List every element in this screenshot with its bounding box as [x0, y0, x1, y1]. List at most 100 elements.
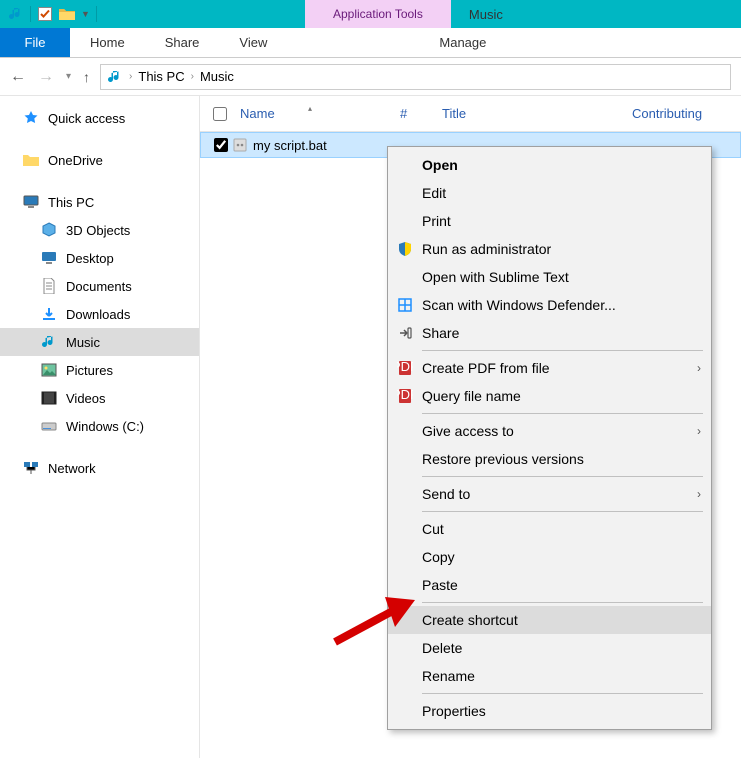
menu-item-label: Share	[422, 325, 701, 341]
menu-item-share[interactable]: Share	[388, 319, 711, 347]
menu-separator	[422, 602, 703, 603]
music-note-icon	[107, 69, 123, 85]
sidebar-item-music[interactable]: Music	[0, 328, 199, 356]
svg-text:PDF: PDF	[397, 360, 413, 374]
menu-item-label: Open with Sublime Text	[422, 269, 701, 285]
sidebar-item-label: Pictures	[66, 363, 113, 378]
defender-icon	[396, 296, 414, 314]
menu-item-give-access[interactable]: Give access to ›	[388, 417, 711, 445]
sidebar-item-documents[interactable]: Documents	[0, 272, 199, 300]
star-icon	[22, 109, 40, 127]
menu-item-restore[interactable]: Restore previous versions	[388, 445, 711, 473]
column-header-contributing[interactable]: Contributing	[622, 106, 741, 121]
column-header-title[interactable]: Title	[432, 106, 622, 121]
shield-icon	[396, 240, 414, 258]
home-tab[interactable]: Home	[70, 28, 145, 57]
menu-item-label: Properties	[422, 703, 701, 719]
sidebar-item-pictures[interactable]: Pictures	[0, 356, 199, 384]
menu-item-paste[interactable]: Paste	[388, 571, 711, 599]
chevron-right-icon[interactable]: ›	[129, 71, 132, 82]
up-button[interactable]: ↑	[83, 69, 90, 85]
view-tab[interactable]: View	[219, 28, 287, 57]
download-icon	[40, 305, 58, 323]
quick-access-toolbar: ▼	[0, 6, 105, 22]
chevron-right-icon: ›	[697, 424, 701, 438]
menu-item-cut[interactable]: Cut	[388, 515, 711, 543]
menu-item-properties[interactable]: Properties	[388, 697, 711, 725]
music-note-icon	[8, 6, 24, 22]
sidebar-item-label: 3D Objects	[66, 223, 130, 238]
checkbox-icon[interactable]	[37, 6, 53, 22]
contextual-tab-group: Application Tools	[305, 0, 451, 28]
pdf-icon: PDF	[396, 359, 414, 377]
network-icon	[22, 459, 40, 477]
desktop-icon	[40, 249, 58, 267]
menu-item-open[interactable]: Open	[388, 151, 711, 179]
sidebar-item-drive-c[interactable]: Windows (C:)	[0, 412, 199, 440]
sidebar-item-label: Quick access	[48, 111, 125, 126]
address-bar[interactable]: › This PC › Music	[100, 64, 731, 90]
breadcrumb-segment[interactable]: Music	[200, 69, 234, 84]
menu-item-label: Rename	[422, 668, 701, 684]
sidebar-item-label: Desktop	[66, 251, 114, 266]
menu-item-query-file[interactable]: PDF Query file name	[388, 382, 711, 410]
sidebar-item-network[interactable]: Network	[0, 454, 199, 482]
menu-separator	[422, 511, 703, 512]
menu-separator	[422, 476, 703, 477]
monitor-icon	[22, 193, 40, 211]
menu-item-copy[interactable]: Copy	[388, 543, 711, 571]
sidebar-item-label: Network	[48, 461, 96, 476]
column-label: Name	[240, 106, 275, 121]
sidebar-item-label: Downloads	[66, 307, 130, 322]
manage-tab[interactable]: Manage	[390, 28, 536, 57]
sidebar-item-desktop[interactable]: Desktop	[0, 244, 199, 272]
forward-button[interactable]: →	[38, 68, 54, 86]
row-checkbox[interactable]	[211, 138, 231, 152]
recent-locations-button[interactable]: ▾	[66, 71, 71, 82]
application-tools-tab-header: Application Tools	[305, 0, 451, 28]
column-headers: ▴ Name # Title Contributing	[200, 96, 741, 132]
spacer	[0, 174, 199, 188]
checkbox[interactable]	[214, 138, 228, 152]
folder-icon[interactable]	[59, 6, 75, 22]
window-titlebar: ▼ Application Tools Music	[0, 0, 741, 28]
sidebar-item-quick-access[interactable]: Quick access	[0, 104, 199, 132]
column-header-number[interactable]: #	[390, 106, 432, 121]
menu-item-label: Create PDF from file	[422, 360, 697, 376]
navigation-bar: ← → ▾ ↑ › This PC › Music	[0, 58, 741, 96]
menu-item-rename[interactable]: Rename	[388, 662, 711, 690]
context-menu: Open Edit Print Run as administrator Ope…	[387, 146, 712, 730]
sidebar-item-label: Windows (C:)	[66, 419, 144, 434]
menu-item-label: Run as administrator	[422, 241, 701, 257]
menu-item-create-pdf[interactable]: PDF Create PDF from file ›	[388, 354, 711, 382]
chevron-right-icon[interactable]: ›	[191, 71, 194, 82]
menu-item-edit[interactable]: Edit	[388, 179, 711, 207]
sidebar-item-label: Documents	[66, 279, 132, 294]
share-tab[interactable]: Share	[145, 28, 220, 57]
sidebar-item-3d-objects[interactable]: 3D Objects	[0, 216, 199, 244]
menu-item-create-shortcut[interactable]: Create shortcut	[388, 606, 711, 634]
menu-item-label: Query file name	[422, 388, 701, 404]
sidebar-item-downloads[interactable]: Downloads	[0, 300, 199, 328]
sidebar-item-onedrive[interactable]: OneDrive	[0, 146, 199, 174]
menu-item-scan-defender[interactable]: Scan with Windows Defender...	[388, 291, 711, 319]
column-header-name[interactable]: ▴ Name	[230, 106, 390, 121]
sidebar-item-this-pc[interactable]: This PC	[0, 188, 199, 216]
file-tab[interactable]: File	[0, 28, 70, 57]
video-icon	[40, 389, 58, 407]
file-name: my script.bat	[249, 138, 327, 153]
sidebar-item-videos[interactable]: Videos	[0, 384, 199, 412]
select-all-checkbox[interactable]	[210, 107, 230, 121]
menu-item-print[interactable]: Print	[388, 207, 711, 235]
sidebar-item-label: OneDrive	[48, 153, 103, 168]
menu-item-open-sublime[interactable]: Open with Sublime Text	[388, 263, 711, 291]
checkbox[interactable]	[213, 107, 227, 121]
back-button[interactable]: ←	[10, 68, 26, 86]
menu-item-delete[interactable]: Delete	[388, 634, 711, 662]
chevron-right-icon: ›	[697, 361, 701, 375]
spacer	[0, 132, 199, 146]
chevron-down-icon[interactable]: ▼	[81, 9, 90, 19]
menu-item-run-as-admin[interactable]: Run as administrator	[388, 235, 711, 263]
breadcrumb-segment[interactable]: This PC	[138, 69, 184, 84]
menu-item-send-to[interactable]: Send to ›	[388, 480, 711, 508]
